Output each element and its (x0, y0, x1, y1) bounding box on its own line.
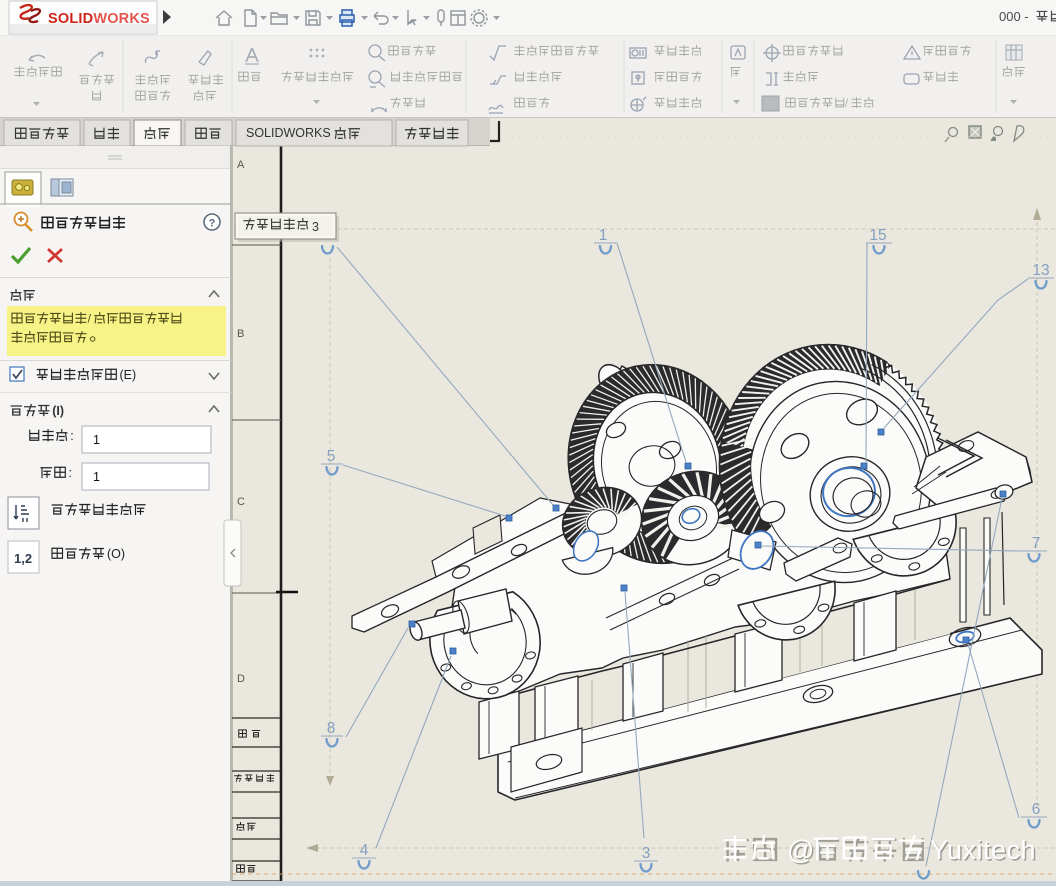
svg-text:6: 6 (1032, 801, 1041, 818)
svg-text::: : (69, 466, 72, 480)
svg-text:(I): (I) (52, 404, 64, 418)
svg-text:4: 4 (360, 842, 369, 859)
svg-text:B: B (237, 328, 244, 340)
svg-text:D: D (237, 673, 245, 685)
svg-text:13: 13 (1032, 262, 1049, 279)
svg-text:3: 3 (312, 220, 319, 234)
svg-text:A: A (237, 159, 245, 171)
svg-text:Yuxitech: Yuxitech (930, 835, 1036, 865)
svg-text:15: 15 (869, 227, 886, 244)
svg-text:?: ? (209, 218, 216, 230)
svg-text:5: 5 (327, 448, 336, 465)
svg-text:1,2: 1,2 (14, 551, 32, 566)
svg-text:8: 8 (327, 720, 336, 737)
svg-text:1: 1 (599, 227, 608, 244)
svg-text:3: 3 (642, 845, 651, 862)
svg-text:@: @ (787, 835, 814, 865)
svg-text:1: 1 (93, 470, 100, 484)
svg-text:7: 7 (1032, 535, 1041, 552)
svg-text:(O): (O) (107, 547, 125, 561)
svg-text:C: C (237, 496, 245, 508)
svg-text:SOLIDWORKS: SOLIDWORKS (246, 126, 331, 140)
svg-text::: : (70, 429, 73, 443)
svg-text:SOLIDWORKS: SOLIDWORKS (48, 11, 150, 27)
svg-text:000 -: 000 - (999, 9, 1029, 24)
svg-text:1: 1 (93, 433, 100, 447)
svg-text:(E): (E) (120, 368, 137, 382)
